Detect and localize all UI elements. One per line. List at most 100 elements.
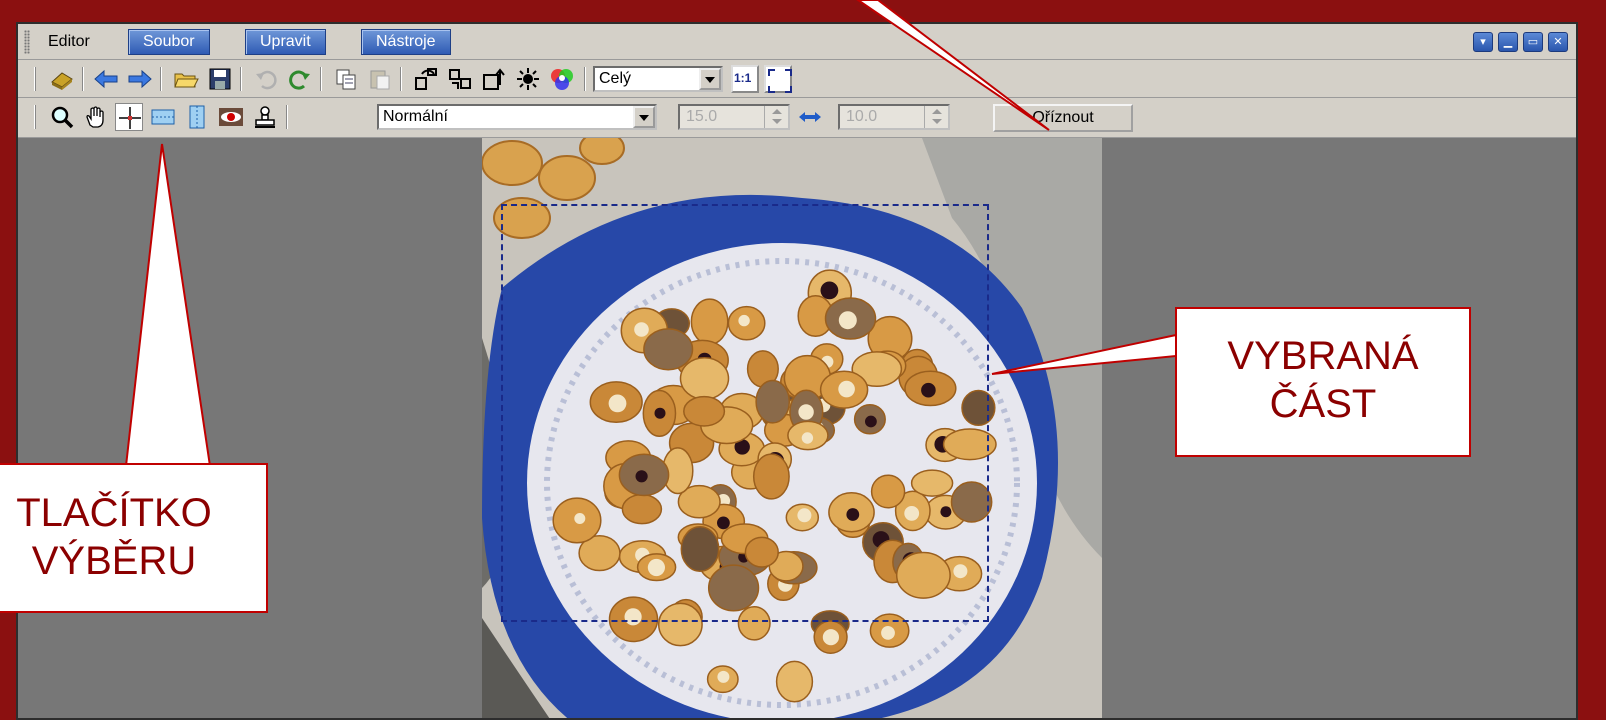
crosshair-select-icon[interactable]	[115, 103, 143, 131]
cookie-topping	[881, 626, 895, 640]
cookie-topping	[921, 382, 936, 398]
hand-icon[interactable]	[82, 103, 110, 131]
fit-screen-icon[interactable]	[764, 65, 792, 93]
mode-select[interactable]: Normální	[377, 104, 657, 130]
callout-selection-button: TLAČÍTKO VÝBĚRU	[0, 463, 268, 613]
cookie	[870, 474, 906, 509]
zoom-icon[interactable]	[48, 103, 76, 131]
toolbar-grip	[34, 67, 36, 91]
paste-icon[interactable]	[366, 65, 394, 93]
cookie	[961, 389, 996, 427]
cookie-topping	[574, 513, 586, 524]
cookie	[950, 481, 993, 523]
cookie-topping	[953, 564, 968, 579]
zoom-select[interactable]: Celý	[593, 66, 723, 92]
cookie	[657, 602, 703, 647]
flip-icon[interactable]	[446, 65, 474, 93]
cookie-topping	[647, 558, 665, 577]
cookie	[752, 453, 790, 500]
swap-arrow-icon[interactable]	[796, 103, 824, 131]
cookie-topping	[904, 506, 920, 521]
callout-line: VYBRANÁ	[1227, 334, 1419, 378]
cookie-topping	[838, 380, 855, 398]
cookie-topping	[801, 432, 814, 444]
cookie-topping	[634, 322, 649, 337]
zoom-select-value: Celý	[599, 70, 632, 87]
title-bar: Editor Soubor Upravit Nástroje ▾ ▁ ▭ ✕	[18, 24, 1576, 60]
redo-icon[interactable]	[286, 65, 314, 93]
open-folder-icon[interactable]	[172, 65, 200, 93]
cookie-topping	[846, 508, 860, 521]
cookie	[690, 298, 729, 346]
spinner-buttons[interactable]	[764, 106, 788, 128]
cookie-photo[interactable]	[482, 138, 1102, 718]
cookie-topping	[635, 470, 648, 483]
scanner-icon[interactable]	[48, 65, 76, 93]
minimize-icon[interactable]: ▁	[1498, 32, 1518, 52]
crop-button[interactable]: Oříznout	[993, 104, 1133, 132]
cookie-topping	[798, 404, 814, 420]
cookie-topping	[838, 311, 857, 330]
rotate-right-icon[interactable]	[480, 65, 508, 93]
menu-soubor[interactable]: Soubor	[128, 29, 210, 55]
red-eye-icon[interactable]	[217, 103, 245, 131]
rotate-left-icon[interactable]	[412, 65, 440, 93]
cookie	[737, 605, 771, 641]
mode-select-value: Normální	[383, 108, 448, 125]
cookie	[643, 328, 694, 371]
cookie	[895, 551, 951, 599]
chevron-down-icon[interactable]	[699, 68, 721, 90]
cookie-topping	[940, 506, 952, 518]
horizontal-select-icon[interactable]	[149, 103, 177, 131]
app-name: Editor	[48, 33, 90, 50]
toolbar-grip	[34, 105, 36, 129]
cookie-topping	[717, 670, 730, 683]
arrow-left-icon[interactable]	[92, 65, 120, 93]
cookie	[683, 395, 726, 427]
cookie	[942, 428, 997, 461]
actual-size-icon[interactable]: 1:1	[731, 65, 759, 93]
cookie	[755, 379, 791, 424]
menu-upravit[interactable]: Upravit	[245, 29, 326, 55]
width-value: 15.0	[686, 108, 718, 125]
cookie-topping	[865, 415, 877, 428]
height-value: 10.0	[846, 108, 878, 125]
undo-icon[interactable]	[252, 65, 280, 93]
cookie-topping	[608, 394, 627, 413]
cookie-topping	[797, 508, 812, 523]
save-icon[interactable]	[206, 65, 234, 93]
grip-handle[interactable]	[24, 30, 30, 54]
callout-line: TLAČÍTKO	[16, 491, 212, 535]
tools-toolbar: Normální 15.0 10.0 Oříznout	[18, 98, 1576, 138]
callout-line: VÝBĚRU	[31, 539, 197, 583]
cookie-topping	[624, 608, 642, 626]
chevron-down-icon[interactable]	[633, 106, 655, 128]
color-wheel-icon[interactable]	[548, 65, 576, 93]
cookie-topping	[820, 281, 839, 300]
cookie	[775, 660, 814, 703]
close-icon[interactable]: ✕	[1548, 32, 1568, 52]
callout-line: ČÁST	[1269, 382, 1377, 426]
cookie	[680, 526, 720, 572]
menu-nastroje[interactable]: Nástroje	[361, 29, 451, 55]
cookie-topping	[738, 314, 750, 327]
stamp-icon[interactable]	[251, 103, 279, 131]
cookie	[744, 536, 779, 568]
width-spinner[interactable]: 15.0	[678, 104, 790, 130]
copy-icon[interactable]	[332, 65, 360, 93]
cookie	[707, 564, 760, 612]
cookie	[621, 493, 663, 525]
arrow-right-icon[interactable]	[126, 65, 154, 93]
cookie-topping	[654, 407, 666, 419]
height-spinner[interactable]: 10.0	[838, 104, 950, 130]
vertical-select-icon[interactable]	[183, 103, 211, 131]
main-toolbar: Celý 1:1	[18, 60, 1576, 98]
collapse-icon[interactable]: ▾	[1473, 32, 1493, 52]
spinner-buttons[interactable]	[924, 106, 948, 128]
restore-icon[interactable]: ▭	[1523, 32, 1543, 52]
cookie-topping	[717, 516, 730, 530]
cookie-topping	[822, 629, 839, 646]
callout-selected-area: VYBRANÁ ČÁST	[1175, 307, 1471, 457]
cookie	[910, 469, 954, 497]
brightness-icon[interactable]	[514, 65, 542, 93]
